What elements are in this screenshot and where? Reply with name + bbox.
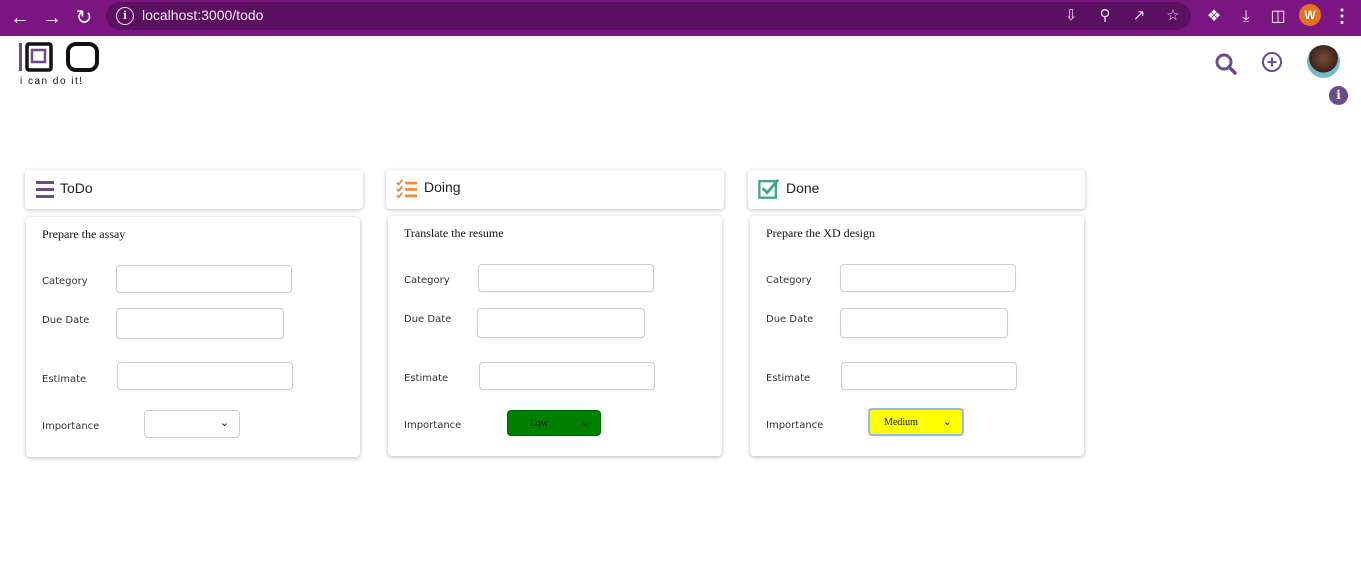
importance-label: Importance xyxy=(42,421,100,432)
importance-value: Medium xyxy=(884,417,918,428)
bookmark-star-icon[interactable]: ☆ xyxy=(1163,6,1183,26)
column-header-done: Done xyxy=(748,170,1085,209)
column-header-doing: Doing xyxy=(386,170,724,209)
task-card: Prepare the XD design Category Due Date … xyxy=(750,216,1084,456)
app-logo[interactable]: i can do it! xyxy=(18,42,100,90)
category-input[interactable] xyxy=(116,265,292,293)
browser-menu-icon[interactable]: ⋮ xyxy=(1333,4,1351,28)
category-label: Category xyxy=(404,275,450,286)
importance-select[interactable]: Medium ⌄ xyxy=(868,408,964,436)
task-card: Translate the resume Category Due Date E… xyxy=(388,216,722,456)
due-date-input[interactable] xyxy=(477,308,645,338)
checkbox-checked-icon xyxy=(758,178,780,199)
estimate-label: Estimate xyxy=(42,374,87,385)
chevron-down-icon: ⌄ xyxy=(219,417,229,429)
column-title: Done xyxy=(786,180,820,196)
due-date-label: Due Date xyxy=(766,314,814,325)
checklist-icon xyxy=(396,179,418,199)
estimate-input[interactable] xyxy=(479,362,655,390)
due-date-label: Due Date xyxy=(404,314,452,325)
task-title: Prepare the XD design xyxy=(766,226,875,240)
task-title: Prepare the assay xyxy=(42,227,126,241)
share-icon[interactable]: ↗ xyxy=(1129,6,1149,26)
category-label: Category xyxy=(766,275,812,286)
chevron-down-icon: ⌄ xyxy=(580,417,590,429)
add-task-icon[interactable] xyxy=(1261,51,1283,73)
estimate-label: Estimate xyxy=(766,373,811,384)
column-title: ToDo xyxy=(60,180,93,196)
install-app-icon[interactable]: ⇩ xyxy=(1061,6,1081,26)
column-title: Doing xyxy=(424,179,461,195)
user-avatar[interactable] xyxy=(1307,45,1340,78)
importance-label: Importance xyxy=(404,420,462,431)
back-arrow-icon[interactable]: ← xyxy=(6,4,34,32)
estimate-input[interactable] xyxy=(117,362,293,390)
importance-value: Low xyxy=(529,418,549,429)
search-icon[interactable] xyxy=(1214,52,1238,76)
task-title: Translate the resume xyxy=(404,226,504,240)
logo-mark-icon xyxy=(19,42,99,72)
info-icon[interactable]: i xyxy=(1329,86,1348,105)
logo-tagline: i can do it! xyxy=(20,76,84,87)
hamburger-list-icon xyxy=(36,181,54,198)
forward-arrow-icon[interactable]: → xyxy=(38,4,66,32)
reload-icon[interactable]: ↻ xyxy=(70,4,98,32)
task-card: Prepare the assay Category Due Date Esti… xyxy=(26,217,360,457)
column-header-todo: ToDo xyxy=(25,170,363,209)
chevron-down-icon: ⌄ xyxy=(942,416,952,428)
estimate-label: Estimate xyxy=(404,373,449,384)
estimate-input[interactable] xyxy=(841,362,1017,390)
due-date-label: Due Date xyxy=(42,315,90,326)
downloads-icon[interactable]: ⤓ xyxy=(1236,4,1256,30)
zoom-icon[interactable]: ⚲ xyxy=(1095,6,1115,26)
due-date-input[interactable] xyxy=(840,308,1008,338)
importance-select[interactable]: Low ⌄ xyxy=(507,410,601,436)
site-info-icon[interactable]: i xyxy=(116,7,134,25)
extensions-puzzle-icon[interactable]: ❖ xyxy=(1204,4,1224,30)
side-panel-icon[interactable]: ◫ xyxy=(1268,4,1288,30)
extension-actions: ❖ ⤓ ◫ xyxy=(1204,4,1288,30)
url-text[interactable]: localhost:3000/todo xyxy=(142,7,263,23)
due-date-input[interactable] xyxy=(116,308,284,339)
profile-avatar[interactable]: W xyxy=(1299,4,1321,26)
browser-toolbar: ← → ↻ i localhost:3000/todo ⇩ ⚲ ↗ ☆ ❖ ⤓ … xyxy=(0,0,1361,36)
address-bar-actions: ⇩ ⚲ ↗ ☆ xyxy=(1061,6,1183,26)
category-label: Category xyxy=(42,276,88,287)
address-bar[interactable]: i localhost:3000/todo ⇩ ⚲ ↗ ☆ xyxy=(106,2,1191,30)
category-input[interactable] xyxy=(478,264,654,292)
category-input[interactable] xyxy=(840,264,1016,292)
importance-label: Importance xyxy=(766,420,824,431)
importance-select[interactable]: ⌄ xyxy=(144,410,240,438)
